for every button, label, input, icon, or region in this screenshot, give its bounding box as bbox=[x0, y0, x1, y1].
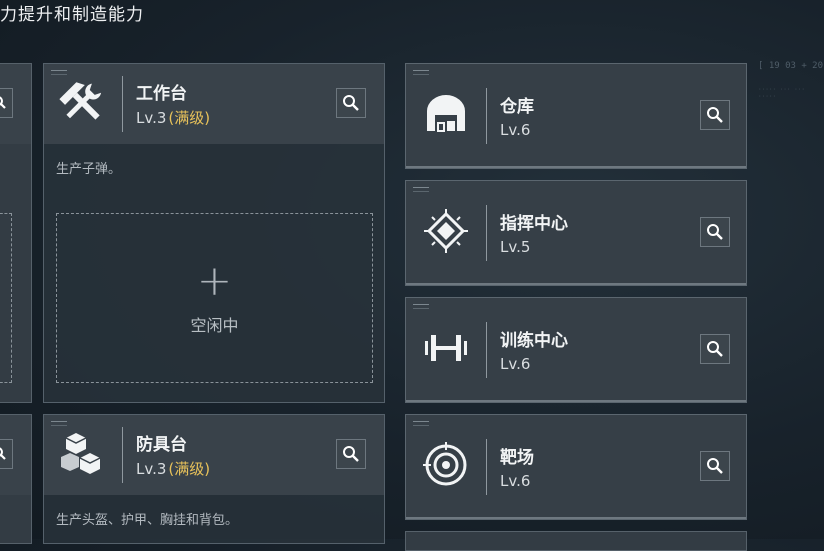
search-icon bbox=[0, 447, 6, 460]
warehouse-search-button[interactable] bbox=[700, 100, 730, 130]
slot-partial[interactable] bbox=[0, 213, 12, 383]
slot-status: 空闲中 bbox=[190, 316, 239, 335]
facility-card-command-center[interactable]: 指挥中心 Lv.5 bbox=[405, 180, 747, 286]
warehouse-icon bbox=[420, 88, 472, 140]
partial-card-bottom[interactable] bbox=[0, 414, 32, 544]
max-level-badge: (满级) bbox=[168, 460, 211, 478]
search-icon bbox=[0, 96, 6, 109]
armor-bench-card[interactable]: 防具台 Lv.3 (满级) 生产头盔、护甲、胸挂和背包。 bbox=[43, 414, 385, 544]
divider bbox=[486, 439, 487, 495]
facility-description: 生产头盔、护甲、胸挂和背包。 bbox=[56, 513, 239, 528]
search-button-partial-2[interactable] bbox=[0, 439, 13, 469]
divider bbox=[122, 76, 123, 132]
page-title: 力提升和制造能力 bbox=[0, 5, 144, 25]
divider bbox=[486, 88, 487, 144]
command-center-search-button[interactable] bbox=[700, 217, 730, 247]
partial-card-next[interactable] bbox=[405, 531, 747, 551]
hud-readout: [ 19 03 + 20 bbox=[758, 61, 824, 71]
partial-card-top[interactable] bbox=[0, 63, 32, 403]
production-slot[interactable]: + 空闲中 bbox=[56, 213, 373, 383]
divider bbox=[486, 205, 487, 261]
facility-name: 防具台 bbox=[136, 435, 187, 455]
facility-name: 仓库 bbox=[500, 97, 534, 117]
facility-level: Lv.6 bbox=[500, 121, 531, 139]
armor-bench-header: 防具台 Lv.3 (满级) bbox=[44, 415, 384, 495]
max-level-badge: (满级) bbox=[168, 109, 211, 127]
dumbbell-icon bbox=[420, 322, 472, 374]
search-icon bbox=[707, 224, 723, 240]
facility-name: 靶场 bbox=[500, 448, 534, 468]
facility-description: 生产子弹。 bbox=[56, 162, 122, 177]
facility-level: Lv.3 (满级) bbox=[136, 460, 211, 478]
facility-card-training-center[interactable]: 训练中心 Lv.6 bbox=[405, 297, 747, 403]
search-icon bbox=[343, 95, 359, 111]
facility-level: Lv.6 bbox=[500, 472, 531, 490]
armor-bench-search-button[interactable] bbox=[336, 439, 366, 469]
search-icon bbox=[707, 458, 723, 474]
target-icon bbox=[420, 439, 472, 491]
facility-level: Lv.6 bbox=[500, 355, 531, 373]
shooting-range-search-button[interactable] bbox=[700, 451, 730, 481]
add-icon: + bbox=[196, 256, 233, 305]
facility-name: 指挥中心 bbox=[500, 214, 568, 234]
command-center-icon bbox=[420, 205, 472, 257]
facility-name: 训练中心 bbox=[500, 331, 568, 351]
search-icon bbox=[707, 107, 723, 123]
hammer-wrench-icon bbox=[56, 76, 108, 128]
facility-level: Lv.5 bbox=[500, 238, 531, 256]
facility-name: 工作台 bbox=[136, 84, 187, 104]
search-button-partial[interactable] bbox=[0, 88, 13, 118]
facility-card-shooting-range[interactable]: 靶场 Lv.6 bbox=[405, 414, 747, 520]
divider bbox=[122, 427, 123, 483]
workbench-search-button[interactable] bbox=[336, 88, 366, 118]
workbench-header: 工作台 Lv.3 (满级) bbox=[44, 64, 384, 144]
hud-readout-secondary: ····· ··· ··· ····· bbox=[758, 86, 805, 100]
training-center-search-button[interactable] bbox=[700, 334, 730, 364]
cubes-icon bbox=[56, 427, 108, 479]
divider bbox=[486, 322, 487, 378]
search-icon bbox=[343, 446, 359, 462]
facility-level: Lv.3 (满级) bbox=[136, 109, 211, 127]
workbench-card[interactable]: 工作台 Lv.3 (满级) 生产子弹。 + 空闲中 bbox=[43, 63, 385, 403]
facility-card-warehouse[interactable]: 仓库 Lv.6 bbox=[405, 63, 747, 169]
search-icon bbox=[707, 341, 723, 357]
